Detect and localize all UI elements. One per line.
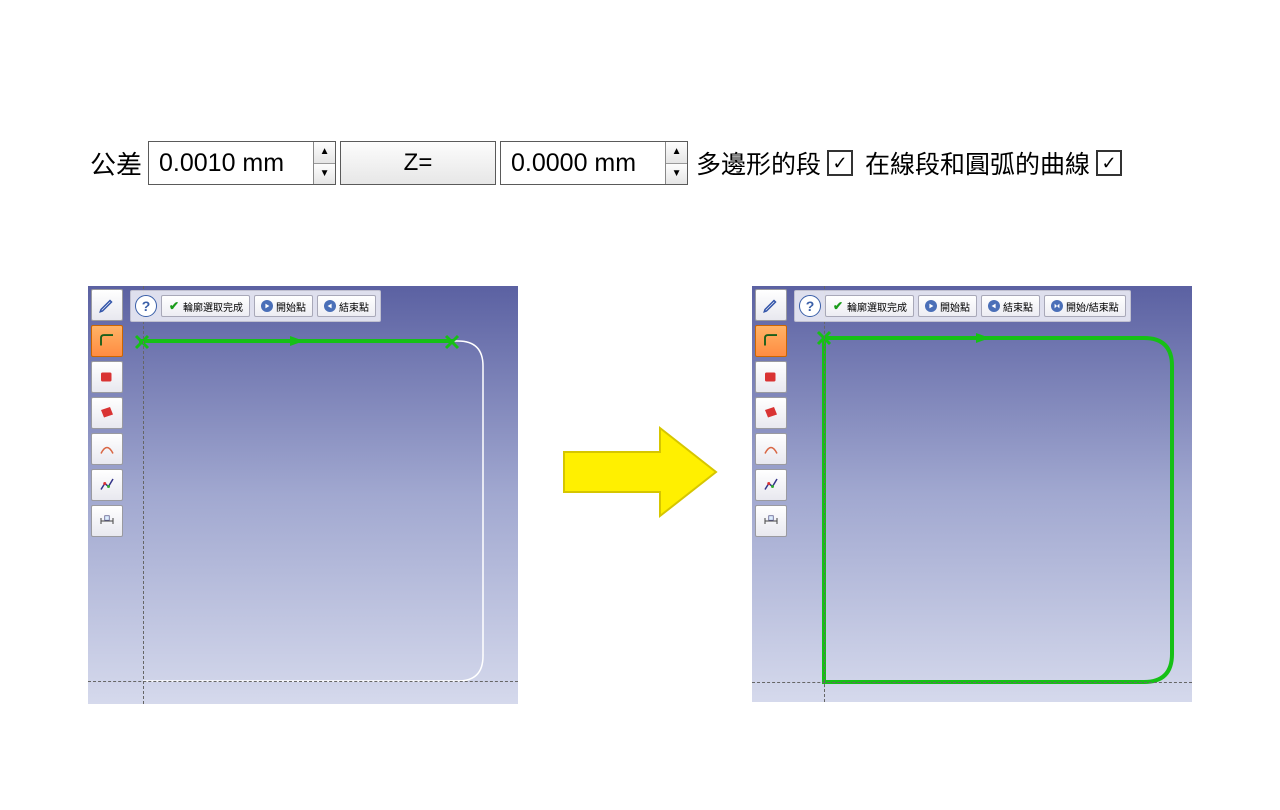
graph-icon: [98, 476, 116, 494]
red-sheet-icon: [98, 404, 116, 422]
play-icon: [261, 300, 273, 312]
play-reverse-icon: [988, 300, 1000, 312]
sketch-before-svg: [88, 286, 518, 704]
line-arc-curve-checkbox[interactable]: ✓: [1096, 150, 1122, 176]
curve-tool-button[interactable]: [755, 433, 787, 465]
profile-tool-button[interactable]: [755, 325, 787, 357]
graph-icon: [762, 476, 780, 494]
polygon-segment-label: 多邊形的段: [696, 145, 821, 181]
tolerance-field[interactable]: ▲ ▼: [148, 141, 336, 185]
graph-tool-button[interactable]: [91, 469, 123, 501]
end-point-button[interactable]: 結束點: [981, 295, 1040, 317]
curve-icon: [762, 440, 780, 458]
profile-icon: [762, 332, 780, 350]
canvas-after[interactable]: [752, 286, 1192, 702]
axis-horizontal: [752, 682, 1192, 683]
polygon-segment-group: 多邊形的段 ✓: [696, 145, 857, 181]
axis-horizontal: [88, 681, 518, 682]
viewport-after: ? ✔ 輪廓選取完成 開始點 結束點 開始/結束點: [752, 286, 1192, 702]
start-point-button[interactable]: 開始點: [254, 295, 313, 317]
start-point-button[interactable]: 開始點: [918, 295, 977, 317]
line-arc-curve-label: 在線段和圓弧的曲線: [865, 145, 1090, 181]
transition-arrow-icon: [560, 422, 720, 522]
curve-tool-button[interactable]: [91, 433, 123, 465]
dimension-icon: [98, 512, 116, 530]
tolerance-spinner[interactable]: ▲ ▼: [313, 142, 335, 184]
sketch-after-svg: [752, 286, 1192, 702]
pen-icon: [98, 296, 116, 314]
curve-icon: [98, 440, 116, 458]
start-end-point-label: 開始/結束點: [1066, 299, 1119, 314]
z-up-button[interactable]: ▲: [666, 142, 687, 164]
pen-icon: [762, 296, 780, 314]
start-point-label: 開始點: [940, 299, 970, 314]
pen-tool-button[interactable]: [755, 289, 787, 321]
pen-tool-button[interactable]: [91, 289, 123, 321]
line-arc-curve-group: 在線段和圓弧的曲線 ✓: [865, 145, 1126, 181]
tolerance-label: 公差: [90, 145, 142, 182]
viewport-before: ? ✔ 輪廓選取完成 開始點 結束點: [88, 286, 518, 704]
start-end-point-button[interactable]: 開始/結束點: [1044, 295, 1126, 317]
popup-toolbar-right: ? ✔ 輪廓選取完成 開始點 結束點 開始/結束點: [794, 290, 1131, 322]
start-point-label: 開始點: [276, 299, 306, 314]
red-sheet-icon: [762, 404, 780, 422]
red-box-tool-button[interactable]: [755, 361, 787, 393]
help-button[interactable]: ?: [799, 295, 821, 317]
play-icon: [925, 300, 937, 312]
tolerance-down-button[interactable]: ▼: [314, 164, 335, 185]
play-both-icon: [1051, 300, 1063, 312]
popup-toolbar-left: ? ✔ 輪廓選取完成 開始點 結束點: [130, 290, 381, 322]
green-full-profile: [824, 338, 1172, 682]
end-point-button[interactable]: 結束點: [317, 295, 376, 317]
profile-tool-button[interactable]: [91, 325, 123, 357]
red-sheet-tool-button[interactable]: [755, 397, 787, 429]
tolerance-up-button[interactable]: ▲: [314, 142, 335, 164]
axis-vertical: [143, 286, 144, 704]
tolerance-input[interactable]: [149, 142, 313, 184]
z-down-button[interactable]: ▼: [666, 164, 687, 185]
end-point-label: 結束點: [339, 299, 369, 314]
end-point-label: 結束點: [1003, 299, 1033, 314]
profile-icon: [98, 332, 116, 350]
z-value-field[interactable]: ▲ ▼: [500, 141, 688, 185]
z-value-input[interactable]: [501, 142, 665, 184]
axis-vertical: [824, 286, 825, 702]
graph-tool-button[interactable]: [755, 469, 787, 501]
dimension-tool-button[interactable]: [755, 505, 787, 537]
canvas-before[interactable]: [88, 286, 518, 704]
red-box-icon: [98, 368, 116, 386]
check-icon: ✔: [832, 300, 844, 312]
dimension-icon: [762, 512, 780, 530]
red-box-tool-button[interactable]: [91, 361, 123, 393]
dimension-tool-button[interactable]: [91, 505, 123, 537]
parameter-bar: 公差 ▲ ▼ Z= ▲ ▼ 多邊形的段 ✓ 在線段和圓弧的曲線 ✓: [90, 140, 1126, 186]
z-value-spinner[interactable]: ▲ ▼: [665, 142, 687, 184]
play-reverse-icon: [324, 300, 336, 312]
side-toolbar-right: [755, 289, 787, 537]
z-equals-button[interactable]: Z=: [340, 141, 496, 185]
direction-arrow-icon: [976, 333, 990, 343]
direction-arrow-icon: [290, 336, 304, 346]
side-toolbar-left: [91, 289, 123, 537]
selection-done-label: 輪廓選取完成: [847, 299, 907, 314]
white-outline-path: [143, 341, 483, 681]
help-button[interactable]: ?: [135, 295, 157, 317]
check-icon: ✔: [168, 300, 180, 312]
red-sheet-tool-button[interactable]: [91, 397, 123, 429]
selection-done-button[interactable]: ✔ 輪廓選取完成: [161, 295, 250, 317]
polygon-segment-checkbox[interactable]: ✓: [827, 150, 853, 176]
red-box-icon: [762, 368, 780, 386]
selection-done-button[interactable]: ✔ 輪廓選取完成: [825, 295, 914, 317]
selection-done-label: 輪廓選取完成: [183, 299, 243, 314]
